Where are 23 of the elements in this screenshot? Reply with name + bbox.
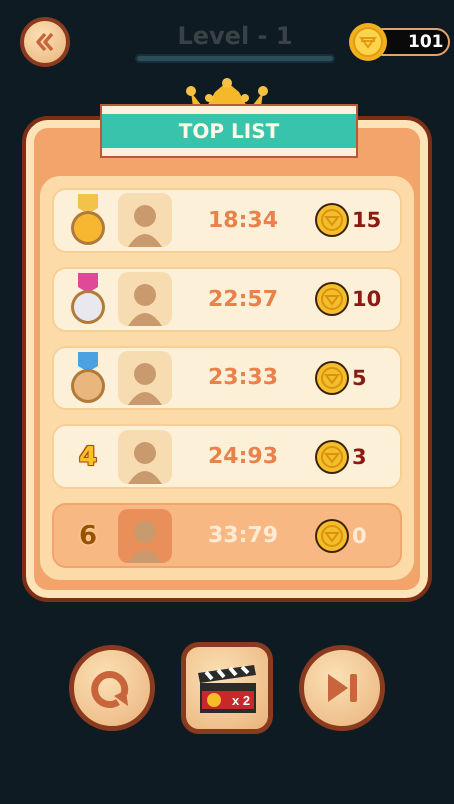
coin-icon (314, 281, 350, 318)
time-value: 23:33 (206, 365, 280, 390)
video-reward-button[interactable]: x 2 (181, 642, 273, 734)
banner-title: TOP LIST (178, 119, 280, 143)
coin-reward: 0 (352, 524, 367, 548)
time-value: 24:93 (206, 444, 280, 470)
coin-icon (348, 22, 388, 62)
time-value: 22:57 (206, 286, 280, 312)
reward-multiplier: x 2 (232, 693, 250, 708)
coin-icon (314, 202, 350, 238)
coin-reward: 10 (352, 287, 382, 312)
coin-icon (314, 438, 350, 475)
time-value: 33:79 (206, 523, 280, 548)
coin-reward: 3 (352, 444, 367, 469)
time-value: 18:34 (206, 208, 280, 233)
coin-reward: 5 (352, 366, 367, 390)
rank-number: 6 (78, 520, 98, 551)
coin-reward: 15 (352, 208, 382, 232)
rank-number: 4 (78, 442, 98, 472)
coin-icon (314, 360, 350, 396)
back-button[interactable] (20, 17, 70, 67)
coin-total: 101 (408, 32, 444, 52)
coin-icon (314, 518, 350, 554)
